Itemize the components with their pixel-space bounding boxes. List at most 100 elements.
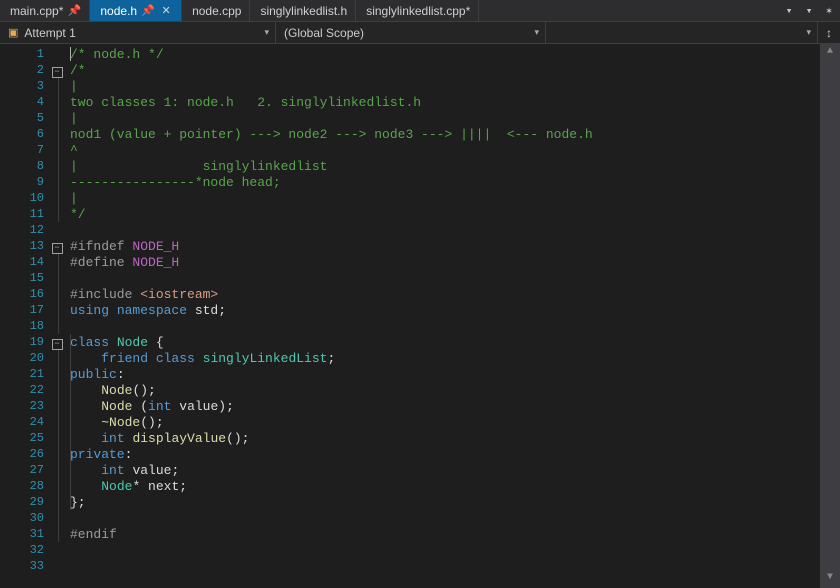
code-line[interactable] [70, 270, 820, 286]
project-icon: ▣ [8, 26, 18, 39]
code-line[interactable]: #define NODE_H [70, 254, 820, 270]
pin-icon[interactable]: 📌 [141, 4, 155, 18]
line-number: 19 [16, 335, 44, 349]
code-editor[interactable]: /* node.h *//*|two classes 1: node.h 2. … [70, 44, 820, 588]
code-line[interactable]: ^ [70, 142, 820, 158]
token: (); [140, 415, 163, 430]
code-line[interactable]: /* node.h */ [70, 46, 820, 62]
chevron-down-icon: ▾ [534, 27, 539, 38]
gutter-row: 11 [0, 206, 70, 222]
code-line[interactable]: using namespace std; [70, 302, 820, 318]
code-line[interactable]: | [70, 78, 820, 94]
pin-icon[interactable]: 📌 [67, 4, 81, 18]
gutter-row: 29 [0, 494, 70, 510]
tab-main-cpp[interactable]: main.cpp* 📌 [0, 0, 90, 21]
code-line[interactable]: class Node { [70, 334, 820, 350]
code-line[interactable]: | [70, 110, 820, 126]
code-line[interactable]: Node* next; [70, 478, 820, 494]
token [70, 479, 101, 494]
indent-guide [70, 414, 71, 430]
fold-guide [58, 430, 59, 446]
token: friend class [101, 351, 202, 366]
line-number: 24 [16, 415, 44, 429]
line-number: 2 [16, 63, 44, 77]
gutter-row: 20 [0, 350, 70, 366]
code-line[interactable]: public: [70, 366, 820, 382]
code-line[interactable]: | singlylinkedlist [70, 158, 820, 174]
tab-overflow-icon[interactable]: ▾ [782, 4, 796, 18]
token: int [148, 399, 179, 414]
code-line[interactable]: | [70, 190, 820, 206]
tab-node-cpp[interactable]: node.cpp [182, 0, 250, 21]
code-line[interactable]: }; [70, 494, 820, 510]
fold-guide [58, 286, 59, 302]
type-scope-dropdown[interactable]: (Global Scope) ▾ [276, 22, 546, 43]
fold-guide [58, 494, 59, 510]
close-icon[interactable]: ✕ [159, 4, 173, 18]
gutter-row: 33 [0, 558, 70, 574]
token: using [70, 303, 117, 318]
token: value [132, 463, 171, 478]
tab-node-h[interactable]: node.h 📌 ✕ [90, 0, 182, 21]
chevron-down-icon: ▾ [264, 27, 269, 38]
split-editor-button[interactable]: ↕ [818, 22, 840, 43]
code-line[interactable]: Node(); [70, 382, 820, 398]
code-line[interactable] [70, 510, 820, 526]
code-line[interactable]: #include <iostream> [70, 286, 820, 302]
fold-toggle-icon[interactable]: − [52, 67, 63, 78]
global-scope-label: (Global Scope) [284, 26, 364, 40]
tab-label: node.h [100, 4, 137, 18]
line-number: 20 [16, 351, 44, 365]
chevron-down-icon: ▾ [806, 27, 811, 38]
token [70, 463, 101, 478]
tab-label: singlylinkedlist.cpp* [366, 4, 470, 18]
code-line[interactable] [70, 222, 820, 238]
code-line[interactable]: int displayValue(); [70, 430, 820, 446]
token: : [117, 367, 125, 382]
vertical-scrollbar[interactable]: ▲ ▼ [820, 44, 840, 588]
code-line[interactable]: */ [70, 206, 820, 222]
token: int [101, 431, 132, 446]
editor-area: 12−345678910111213−141516171819−20212223… [0, 44, 840, 588]
settings-gear-icon[interactable]: ✶ [822, 4, 836, 18]
code-line[interactable]: nod1 (value + pointer) ---> node2 ---> n… [70, 126, 820, 142]
fold-guide [58, 302, 59, 318]
code-line[interactable] [70, 542, 820, 558]
line-number: 6 [16, 127, 44, 141]
line-number: 13 [16, 239, 44, 253]
fold-guide [58, 446, 59, 462]
text-caret [70, 47, 71, 61]
tab-singlylinkedlist-cpp[interactable]: singlylinkedlist.cpp* [356, 0, 479, 21]
fold-toggle-icon[interactable]: − [52, 339, 63, 350]
code-line[interactable]: #endif [70, 526, 820, 542]
gutter-row: 25 [0, 430, 70, 446]
fold-guide [58, 94, 59, 110]
code-line[interactable]: two classes 1: node.h 2. singlylinkedlis… [70, 94, 820, 110]
fold-toggle-icon[interactable]: − [52, 243, 63, 254]
code-line[interactable]: #ifndef NODE_H [70, 238, 820, 254]
gutter-row: 5 [0, 110, 70, 126]
code-line[interactable] [70, 318, 820, 334]
member-scope-dropdown[interactable]: ▾ [546, 22, 818, 43]
gutter-row: 21 [0, 366, 70, 382]
code-line[interactable]: private: [70, 446, 820, 462]
code-line[interactable]: friend class singlyLinkedList; [70, 350, 820, 366]
window-dropdown-icon[interactable]: ▾ [802, 4, 816, 18]
fold-guide [58, 174, 59, 190]
project-scope-dropdown[interactable]: ▣ Attempt 1 ▾ [0, 22, 276, 43]
code-line[interactable] [70, 558, 820, 574]
scroll-up-arrow-icon[interactable]: ▲ [827, 46, 833, 60]
line-number: 26 [16, 447, 44, 461]
code-line[interactable]: /* [70, 62, 820, 78]
token [70, 431, 101, 446]
fold-guide [58, 142, 59, 158]
code-line[interactable]: ~Node(); [70, 414, 820, 430]
gutter-row: 24 [0, 414, 70, 430]
token [70, 399, 101, 414]
token: NODE_H [132, 255, 179, 270]
tab-singlylinkedlist-h[interactable]: singlylinkedlist.h [250, 0, 356, 21]
code-line[interactable]: ----------------*node head; [70, 174, 820, 190]
code-line[interactable]: int value; [70, 462, 820, 478]
code-line[interactable]: Node (int value); [70, 398, 820, 414]
scroll-down-arrow-icon[interactable]: ▼ [827, 572, 833, 586]
